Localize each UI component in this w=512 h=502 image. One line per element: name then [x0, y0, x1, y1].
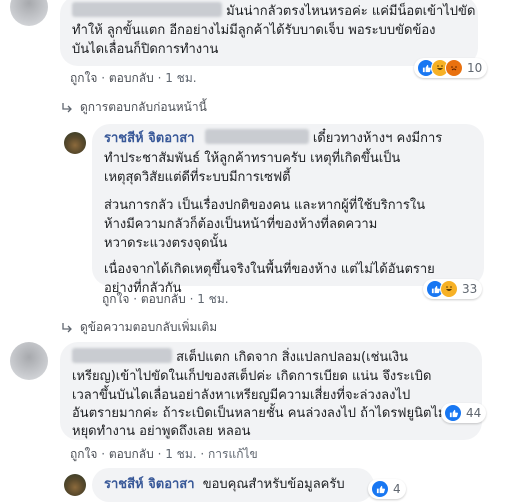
- reaction-summary[interactable]: 44: [441, 403, 487, 423]
- comment-text: บันไดเลื่อนก็ปิดการทำงาน: [72, 42, 219, 57]
- comment-text: ห้างมีความกลัวก็ต้องเป็นหน้าที่ของห้างที…: [104, 217, 378, 232]
- timestamp[interactable]: 1 ชม.: [165, 71, 196, 85]
- comment-text: ทำประชาสัมพันธ์ ให้ลูกค้าทราบครับ เหตุที…: [104, 151, 401, 166]
- reply-arrow-icon: [62, 322, 72, 332]
- commenter-name[interactable]: ราชสีห์ จิตอาสา: [104, 131, 195, 146]
- like-link[interactable]: ถูกใจ: [102, 292, 129, 306]
- comment-text: อันตรายมากค่ะ ถ้าระเบิดเป็นหลายชั้น คนล่…: [72, 406, 447, 421]
- reply-arrow-icon: [62, 102, 72, 112]
- reaction-count: 44: [466, 406, 482, 420]
- reply-link[interactable]: ตอบกลับ: [141, 292, 186, 306]
- like-reaction-icon: [444, 404, 462, 422]
- reply-link[interactable]: ตอบกลับ: [109, 71, 154, 85]
- comment-text: เหรียญ)เข้าไปขัดในเก็ปของสเต็ปค่ะ เกิดกา…: [72, 369, 432, 384]
- reaction-summary[interactable]: 33: [423, 279, 483, 299]
- timestamp[interactable]: 1 ชม.: [197, 292, 228, 306]
- comment-text: เดี๋ยวทางห้างฯ คงมีการ: [312, 131, 443, 146]
- commenter-name[interactable]: ราชสีห์ จิตอาสา: [104, 477, 195, 492]
- reaction-count: 10: [467, 61, 483, 75]
- reaction-count: 4: [393, 482, 401, 496]
- comment-text: เนื่องจากได้เกิดเหตุขึ้นจริงในพื้นที่ของ…: [104, 262, 435, 277]
- blurred-tag: [204, 129, 309, 144]
- view-more-replies-label: ดูข้อความตอบกลับเพิ่มเติม: [80, 320, 218, 334]
- avatar[interactable]: [64, 474, 86, 496]
- avatar[interactable]: [10, 0, 48, 26]
- comment-text: หยุดทำงาน อย่าพูดถึงเลย หลอน: [72, 424, 251, 439]
- view-more-replies-link[interactable]: ดูข้อความตอบกลับเพิ่มเติม: [60, 318, 217, 337]
- blurred-name: [72, 348, 172, 363]
- comment-text: ขอบคุณสำหรับข้อมูลครับ: [202, 477, 345, 492]
- blurred-name: [72, 2, 222, 17]
- like-link[interactable]: ถูกใจ: [70, 71, 97, 85]
- comment-bubble: มันน่ากลัวตรงไหนหรอค่ะ แค่มีน็อตเข้าไปขั…: [60, 0, 478, 66]
- comment-text: มันน่ากลัวตรงไหนหรอค่ะ แค่มีน็อตเข้าไปขั…: [226, 4, 476, 19]
- view-previous-replies-label: ดูการตอบกลับก่อนหน้านี้: [80, 100, 207, 114]
- reaction-summary[interactable]: 4: [368, 479, 406, 499]
- comment-text: เวลาขึ้นบันไดเลื่อนอย่าลังหาเหรียญมีความ…: [72, 388, 411, 403]
- angry-reaction-icon: [445, 59, 463, 77]
- reply-bubble: ราชสีห์ จิตอาสา ขอบคุณสำหรับข้อมูลครับ: [92, 468, 374, 502]
- avatar[interactable]: [64, 132, 86, 154]
- view-previous-replies-link[interactable]: ดูการตอบกลับก่อนหน้านี้: [60, 98, 207, 117]
- avatar[interactable]: [10, 342, 48, 380]
- reply-link[interactable]: ตอบกลับ: [109, 447, 154, 461]
- edited-label[interactable]: การแก้ไข: [208, 447, 258, 461]
- reaction-count: 33: [462, 282, 478, 296]
- reply-bubble: ราชสีห์ จิตอาสา เดี๋ยวทางห้างฯ คงมีการ ท…: [92, 124, 484, 296]
- comment-text: หวาดระแวงตรงจุดนั้น: [104, 236, 228, 251]
- reaction-summary[interactable]: 10: [414, 58, 488, 78]
- comment-bubble: สเต็ปแตก เกิดจาก สิ่งแปลกปลอม(เช่นเงิน เ…: [60, 342, 482, 440]
- comment-text: ส่วนการกลัว เป็นเรื่องปกติของคน และหากผู…: [104, 198, 426, 213]
- comment-text: เหตุสุดวิสัยแต่ดีที่ระบบมีการเซฟตี้: [104, 170, 291, 185]
- haha-reaction-icon: [440, 280, 458, 298]
- like-link[interactable]: ถูกใจ: [70, 447, 97, 461]
- comment-text: สเต็ปแตก เกิดจาก สิ่งแปลกปลอม(เช่นเงิน: [176, 350, 408, 365]
- comment-text: ทำให้ ลูกขั้นแตก อีกอย่างไม่มีลูกค้าได้ร…: [72, 23, 436, 38]
- like-reaction-icon: [371, 480, 389, 498]
- timestamp[interactable]: 1 ชม.: [165, 447, 196, 461]
